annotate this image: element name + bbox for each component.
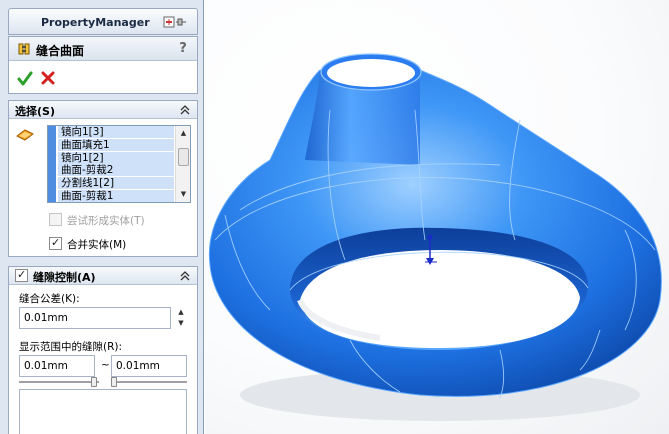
scroll-down-arrow-icon[interactable]: ▼ [178, 189, 189, 200]
help-icon[interactable]: ? [176, 41, 190, 57]
gap-control-header[interactable]: ✓ 缝隙控制(A) [9, 267, 197, 285]
try-solid-checkbox[interactable] [49, 213, 62, 226]
range-label: 显示范围中的缝隙(R): [19, 341, 123, 353]
spin-up-icon[interactable]: ▲ [174, 307, 188, 318]
feature-box: 缝合曲面 ? [8, 36, 198, 94]
merge-label: 合并实体(M) [67, 239, 127, 251]
property-manager-panel: PropertyManager 缝合曲面 ? 选择(S) 镜向1[3] 曲面填充… [0, 0, 204, 434]
selection-listbox[interactable]: 镜向1[3] 曲面填充1 镜向1[2] 曲面-剪裁2 分割线1[2] 曲面-剪裁… [47, 125, 191, 203]
tolerance-input[interactable]: 0.01mm [19, 307, 171, 329]
gap-list-box[interactable] [19, 389, 187, 434]
list-item[interactable]: 曲面填充1 [58, 138, 174, 151]
tolerance-spinner[interactable]: ▲ ▼ [174, 307, 188, 329]
scroll-up-arrow-icon[interactable]: ▲ [178, 128, 189, 139]
listbox-active-marker [48, 126, 56, 202]
merge-checkbox[interactable]: ✓ [49, 236, 62, 250]
slider-track [19, 381, 99, 383]
try-solid-label: 尝试形成实体(T) [67, 215, 145, 227]
pin-icon[interactable] [163, 15, 187, 29]
list-item[interactable]: 分割线1[2] [58, 177, 174, 190]
try-solid-option: 尝试形成实体(T) [49, 213, 189, 227]
selection-group-header[interactable]: 选择(S) [9, 101, 197, 119]
check-mark-icon: ✓ [17, 268, 27, 281]
range-max-slider[interactable] [111, 377, 187, 387]
spout-hole [327, 59, 415, 87]
slider-track [111, 381, 187, 383]
graphics-viewport[interactable] [205, 0, 669, 434]
slider-thumb[interactable] [91, 377, 97, 387]
list-item[interactable]: 镜向1[2] [58, 151, 174, 164]
gap-control-title: 缝隙控制(A) [33, 271, 96, 284]
collapse-chevron-icon[interactable] [179, 270, 191, 282]
merge-option: ✓ 合并实体(M) [49, 236, 189, 251]
property-manager-title: PropertyManager [41, 16, 150, 29]
range-max-input[interactable]: 0.01mm [111, 355, 187, 377]
cancel-x-icon[interactable] [41, 71, 55, 85]
ok-check-icon[interactable] [17, 71, 33, 87]
range-min-input[interactable]: 0.01mm [19, 355, 95, 377]
gap-control-checkbox[interactable]: ✓ [15, 268, 28, 282]
gap-control-group: ✓ 缝隙控制(A) 缝合公差(K): 0.01mm ▲ ▼ 显示范围中的缝隙(R… [8, 266, 198, 434]
surface-select-icon [16, 129, 34, 141]
collapse-chevron-icon[interactable] [179, 104, 191, 116]
model-view [208, 53, 662, 421]
feature-title-bar: 缝合曲面 ? [9, 37, 197, 61]
listbox-items: 镜向1[3] 曲面填充1 镜向1[2] 曲面-剪裁2 分割线1[2] 曲面-剪裁… [58, 126, 174, 202]
list-item[interactable]: 曲面-剪裁1 [58, 189, 174, 202]
slider-thumb[interactable] [111, 377, 117, 387]
list-item[interactable]: 镜向1[3] [58, 126, 174, 138]
spin-down-icon[interactable]: ▼ [174, 318, 188, 329]
selection-group-title: 选择(S) [15, 105, 55, 118]
property-manager-header: PropertyManager [8, 8, 198, 35]
range-min-slider[interactable] [19, 377, 99, 387]
tolerance-label: 缝合公差(K): [19, 293, 80, 305]
scroll-thumb[interactable] [178, 148, 189, 166]
list-item[interactable]: 曲面-剪裁2 [58, 164, 174, 177]
check-mark-icon: ✓ [51, 236, 61, 249]
feature-name: 缝合曲面 [36, 44, 85, 58]
selection-group: 选择(S) 镜向1[3] 曲面填充1 镜向1[2] 曲面-剪裁2 分割线1[2]… [8, 100, 198, 257]
knit-surface-icon [18, 43, 30, 55]
listbox-scrollbar[interactable]: ▲ ▼ [175, 126, 190, 202]
range-separator: ~ [101, 359, 110, 371]
torus-hole [300, 250, 580, 348]
